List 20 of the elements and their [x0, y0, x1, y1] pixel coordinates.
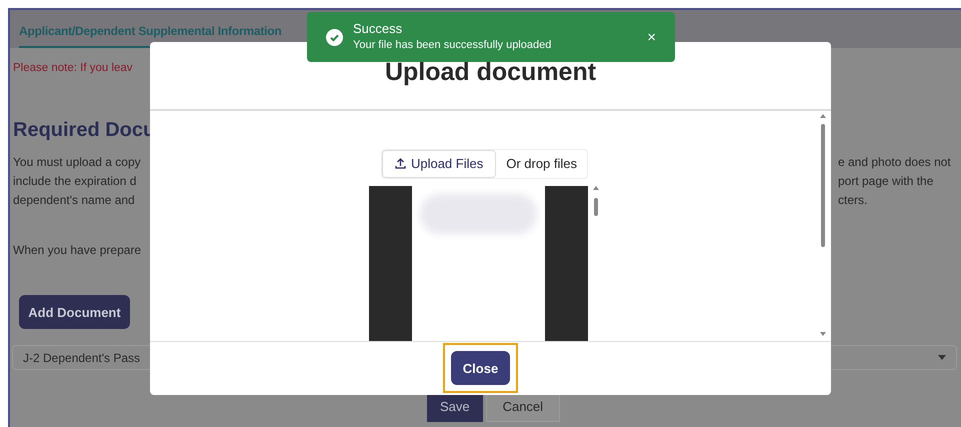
upload-files-button[interactable]: Upload Files [382, 150, 496, 178]
scrollbar [592, 186, 600, 216]
paragraph-text: cters. [838, 193, 868, 208]
upload-icon [394, 158, 406, 170]
close-button[interactable]: Close [450, 351, 510, 386]
paragraph-text: dependent's name and [13, 192, 135, 210]
paragraph-text: include the expiration d [13, 173, 136, 190]
check-circle-icon [326, 28, 343, 46]
note-text: Please note: If you leav [13, 61, 133, 76]
modal-title: Upload document [384, 57, 596, 88]
paragraph-text: port page with the [838, 174, 934, 188]
add-document-button[interactable]: Add Document [19, 295, 130, 330]
paragraph-text: e and photo does not [838, 155, 951, 170]
instruction-text: When you have prepare [13, 242, 142, 260]
toast-message: Your file has been successfully uploaded [353, 38, 552, 53]
drop-hint-text: Or drop files [505, 155, 578, 174]
paragraph-text: You must upload a copy [13, 154, 141, 172]
file-drop-field[interactable]: Upload Files Or drop files [380, 148, 588, 179]
toast-title: Success [353, 21, 402, 37]
caret-icon [938, 355, 946, 360]
